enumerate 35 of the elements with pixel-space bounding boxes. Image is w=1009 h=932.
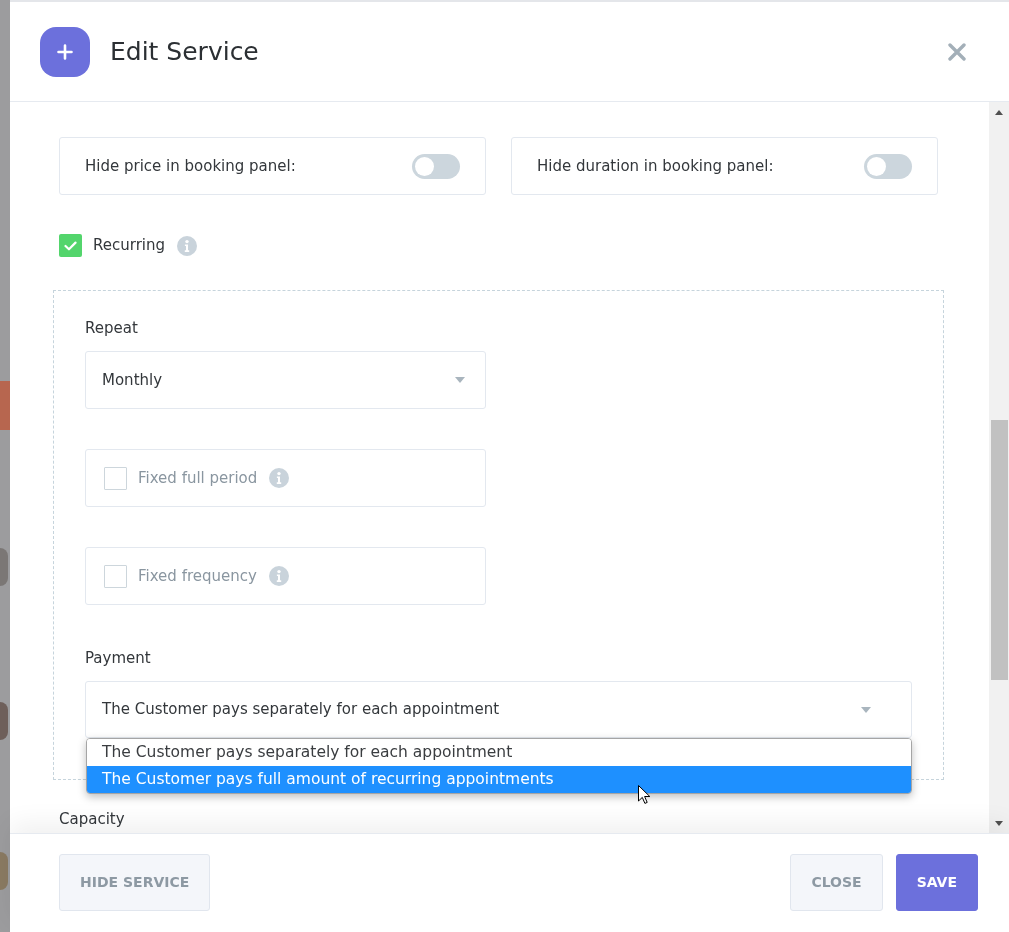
toggle-label: Hide duration in booking panel: [537, 155, 774, 177]
caret-icon [455, 377, 465, 383]
scrollbar[interactable] [989, 102, 1009, 833]
scroll-down-icon[interactable] [995, 820, 1003, 826]
check-icon [64, 240, 77, 251]
partial-avatar [0, 852, 8, 890]
close-icon[interactable] [948, 42, 966, 61]
scroll-up-icon[interactable] [995, 109, 1003, 115]
field-label: Repeat [85, 318, 138, 338]
info-icon[interactable] [177, 235, 197, 256]
field-label: Capacity [59, 809, 125, 829]
dialog-title: Edit Service [110, 39, 259, 64]
field-label: Payment [85, 648, 151, 668]
checkbox-label: Fixed frequency [138, 565, 257, 587]
checkbox-label: Fixed full period [138, 467, 258, 489]
toggle-label: Hide price in booking panel: [85, 155, 296, 177]
plus-icon [40, 26, 90, 77]
info-icon[interactable] [269, 468, 290, 488]
partial-avatar [0, 548, 8, 586]
partial-avatar [0, 702, 8, 740]
select-field[interactable]: The Customer pays separately for each appointment [85, 681, 912, 738]
scroll-thumb[interactable] [990, 420, 1008, 680]
caret-icon [861, 706, 871, 713]
toggle-switch[interactable] [412, 153, 460, 179]
select-field[interactable]: Monthly [85, 351, 486, 409]
info-icon[interactable] [268, 566, 289, 586]
checkbox-label: Recurring [93, 235, 165, 257]
backdrop-block [0, 381, 10, 430]
checkbox[interactable] [59, 234, 82, 257]
save-button[interactable]: SAVE [895, 854, 978, 911]
close-button[interactable]: CLOSE [790, 854, 883, 911]
hide-service-button[interactable]: HIDE SERVICE [59, 854, 211, 911]
toggle-switch[interactable] [864, 153, 912, 179]
dropdown-option[interactable]: The Customer pays separately for each appointment [87, 739, 911, 766]
dropdown-option[interactable]: The Customer pays full amount of recurring appointments [87, 766, 911, 793]
